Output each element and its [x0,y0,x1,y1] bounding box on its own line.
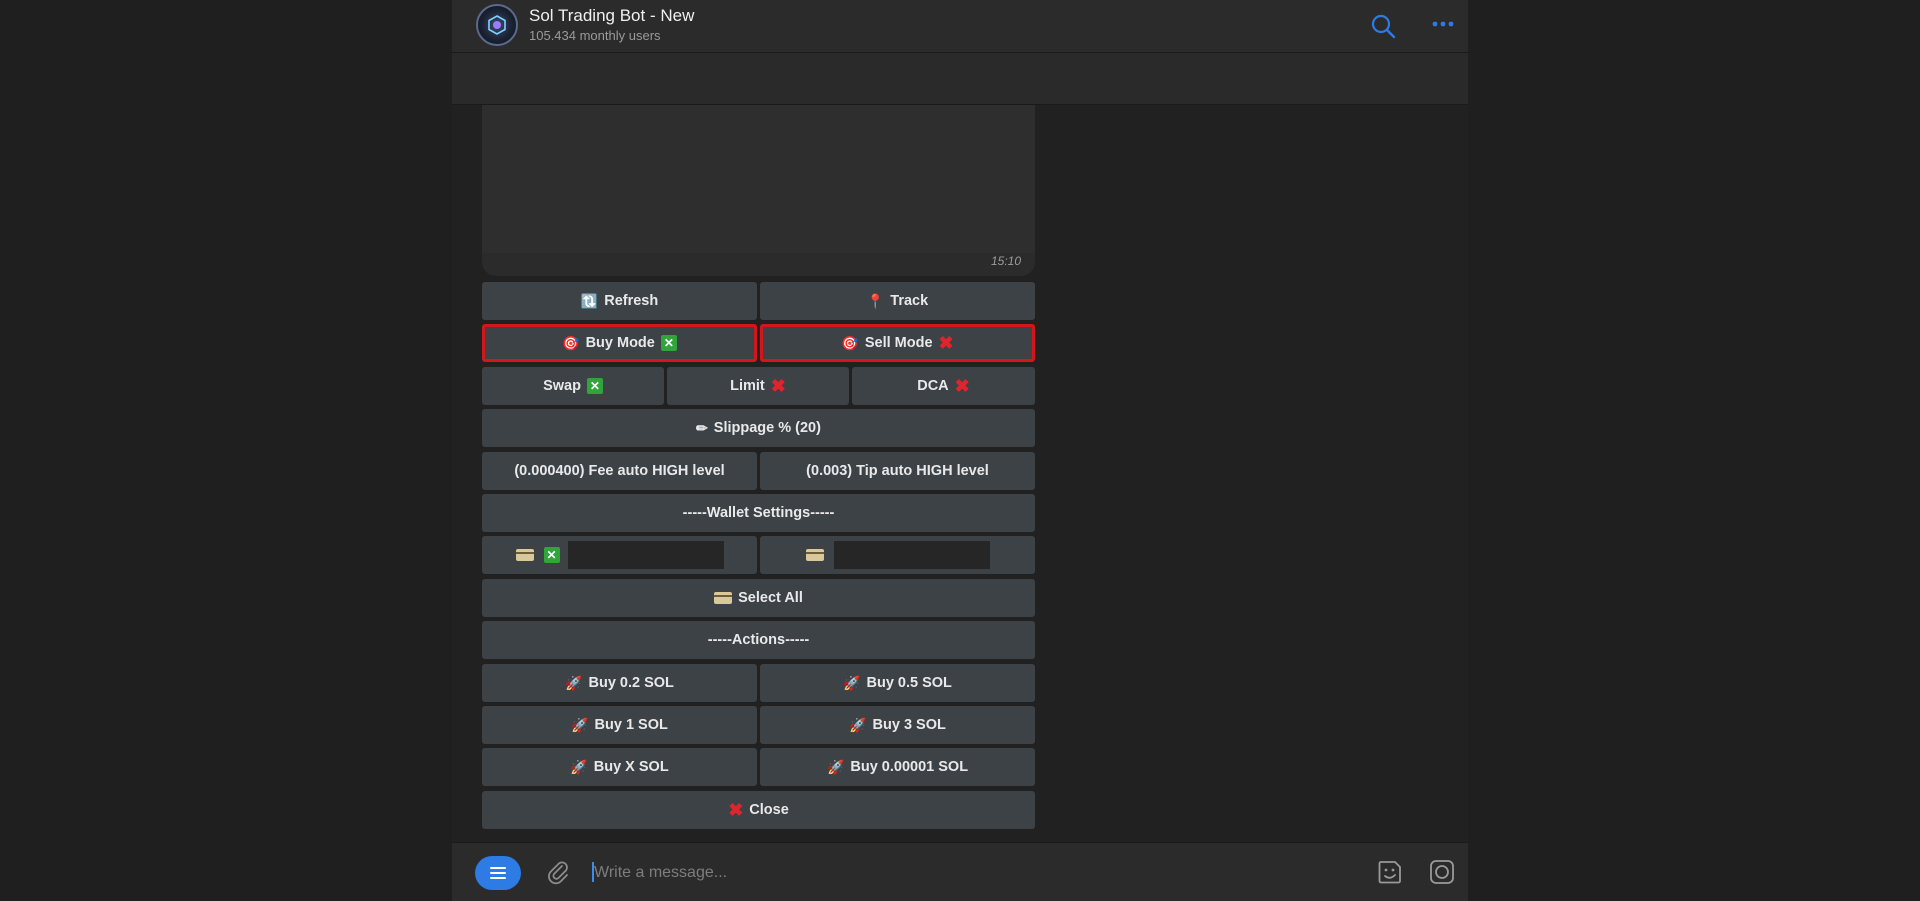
menu-icon-line [490,872,506,874]
sell-mode-button[interactable]: 🎯 Sell Mode ✖ [760,324,1035,362]
track-button[interactable]: 📍 Track [760,282,1035,320]
buy-0-00001-sol-button[interactable]: 🚀 Buy 0.00001 SOL [760,748,1035,786]
text-caret [592,862,594,882]
tip-button[interactable]: (0.003) Tip auto HIGH level [760,452,1035,490]
buy-0-2-sol-button[interactable]: 🚀 Buy 0.2 SOL [482,664,757,702]
chat-header: Sol Trading Bot - New 105.434 monthly us… [452,0,1468,53]
disabled-cross-icon: ✖ [770,375,786,396]
rocket-icon: 🚀 [570,758,588,775]
refresh-icon: 🔃 [580,292,599,309]
wallet-2-button[interactable] [760,536,1035,574]
bot-message: 15:10 [482,105,1035,276]
disabled-cross-icon: ✖ [954,375,970,396]
limit-button[interactable]: Limit ✖ [667,367,849,405]
rocket-icon: 🚀 [843,674,861,691]
bot-logo-icon [488,15,506,35]
wallet-settings-header[interactable]: -----Wallet Settings----- [482,494,1035,532]
wallet-address-redacted [567,541,724,569]
chat-subtitle: 105.434 monthly users [529,28,661,43]
swap-button[interactable]: Swap ✕ [482,367,664,405]
buy-3-sol-button[interactable]: 🚀 Buy 3 SOL [760,706,1035,744]
menu-icon-line [490,877,506,879]
buy-x-sol-button[interactable]: 🚀 Buy X SOL [482,748,757,786]
fee-button[interactable]: (0.000400) Fee auto HIGH level [482,452,757,490]
sticker-icon[interactable] [1375,857,1405,887]
menu-icon-line [490,867,506,869]
select-all-button[interactable]: Select All [482,579,1035,617]
enabled-check-icon: ✕ [660,335,677,351]
buy-1-sol-button[interactable]: 🚀 Buy 1 SOL [482,706,757,744]
message-media [482,105,1035,253]
target-icon: 🎯 [841,334,859,351]
target-icon: 🎯 [562,334,580,351]
slippage-button[interactable]: ✏ Slippage % (20) [482,409,1035,447]
more-icon[interactable] [1430,12,1458,40]
buy-0-5-sol-button[interactable]: 🚀 Buy 0.5 SOL [760,664,1035,702]
pin-icon: 📍 [866,292,885,309]
attach-icon[interactable] [544,858,572,886]
wallet-1-button[interactable]: ✕ [482,536,757,574]
message-time: 15:10 [990,254,1021,268]
rocket-icon: 🚀 [826,758,845,775]
video-message-icon[interactable] [1427,857,1457,887]
message-composer [452,842,1468,901]
close-button[interactable]: ✖ Close [482,791,1035,829]
search-icon[interactable] [1369,12,1397,40]
enabled-check-icon: ✕ [543,547,560,563]
buy-mode-button[interactable]: 🎯 Buy Mode ✕ [482,324,757,362]
close-cross-icon: ✖ [728,799,744,820]
credit-card-icon [714,592,733,604]
dca-button[interactable]: DCA ✖ [852,367,1035,405]
bot-avatar[interactable] [476,4,518,46]
pencil-icon: ✏ [696,419,708,436]
chat-title[interactable]: Sol Trading Bot - New [529,6,694,26]
disabled-cross-icon: ✖ [938,332,954,353]
rocket-icon: 🚀 [565,674,583,691]
refresh-button[interactable]: 🔃 Refresh [482,282,757,320]
credit-card-icon [515,549,534,561]
rocket-icon: 🚀 [849,716,867,733]
actions-header[interactable]: -----Actions----- [482,621,1035,659]
enabled-check-icon: ✕ [586,378,603,394]
wallet-address-redacted [833,541,990,569]
chat-window: Sol Trading Bot - New 105.434 monthly us… [452,0,1468,901]
pinned-bar [452,53,1468,105]
bot-menu-button[interactable] [475,856,521,890]
credit-card-icon [805,549,824,561]
rocket-icon: 🚀 [571,716,589,733]
message-input[interactable] [592,859,1196,887]
